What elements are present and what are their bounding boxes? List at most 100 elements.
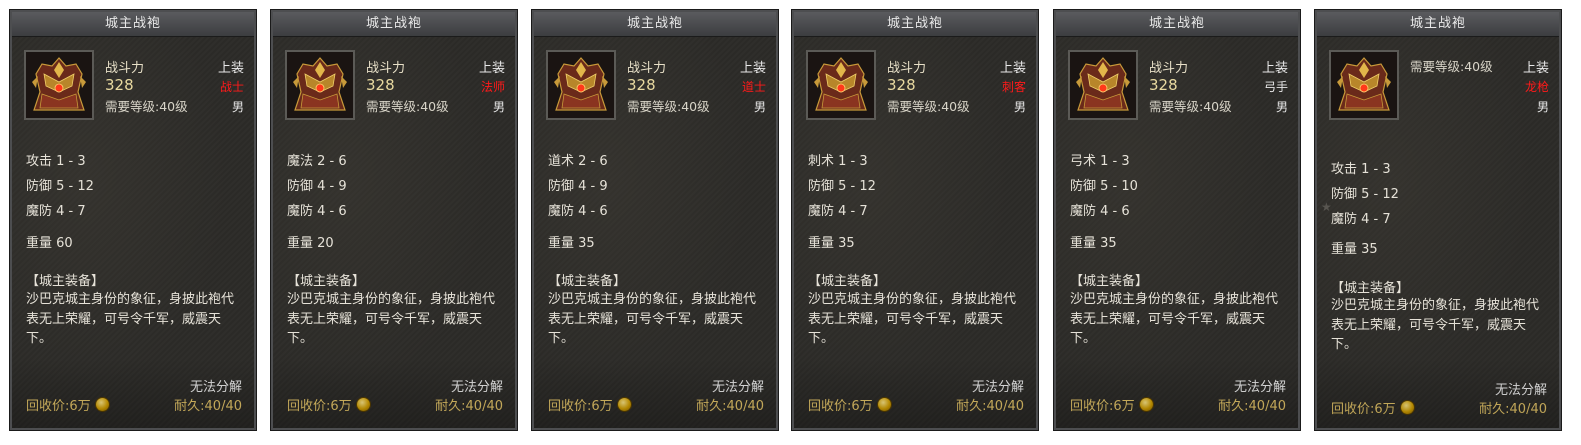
weight-stat: 重量 60 bbox=[26, 236, 73, 251]
description-title: 【城主装备】 bbox=[808, 274, 887, 289]
recycle-price-text: 回收价:6万 bbox=[548, 399, 613, 414]
description-title: 【城主装备】 bbox=[287, 274, 366, 289]
stat-line: 攻击 1 - 3 bbox=[26, 154, 86, 169]
gold-coin-icon bbox=[617, 398, 631, 411]
item-tooltip-panel: 城主战袍 战斗力 328 需要等级:40级 上装 战士男攻击 1 - 3 防御 5 - 12… bbox=[9, 9, 257, 431]
no-dismantle-label: 无法分解 bbox=[1494, 383, 1547, 398]
gender-requirement: 男 bbox=[1275, 100, 1288, 114]
item-icon-slot[interactable] bbox=[1068, 50, 1138, 120]
recycle-price: 回收价:6万 bbox=[548, 395, 631, 414]
recycle-price: 回收价:6万 bbox=[287, 395, 370, 414]
equip-slot-label: 上装 bbox=[478, 61, 505, 76]
robe-armor-icon bbox=[1070, 52, 1136, 118]
stat-line: 魔防 4 - 7 bbox=[1331, 212, 1391, 227]
class-requirement: 刺客 bbox=[1001, 80, 1026, 94]
combat-power-label: 战斗力 bbox=[887, 61, 927, 76]
recycle-price: 回收价:6万 bbox=[1070, 395, 1153, 414]
required-level: 需要等级:40级 bbox=[366, 99, 449, 114]
item-title: 城主战袍 bbox=[1317, 12, 1559, 37]
weight-stat: 重量 35 bbox=[1070, 236, 1117, 251]
equip-slot-label: 上装 bbox=[739, 61, 766, 76]
item-tooltip-panel: 城主战袍 需要等级:40级 上装 龙枪男攻击 1 - 3 防御 5 - 12 魔防 4 -… bbox=[1314, 9, 1562, 431]
no-dismantle-label: 无法分解 bbox=[450, 380, 503, 395]
item-title: 城主战袍 bbox=[534, 12, 776, 37]
combat-power-label: 战斗力 bbox=[627, 61, 667, 76]
stat-line: 防御 5 - 12 bbox=[808, 179, 876, 194]
combat-power-value: 328 bbox=[366, 76, 395, 94]
description-title: 【城主装备】 bbox=[548, 274, 627, 289]
class-requirement: 战士 bbox=[219, 80, 244, 94]
gold-coin-icon bbox=[877, 398, 891, 411]
gender-requirement: 男 bbox=[231, 100, 244, 114]
class-requirement: 法师 bbox=[480, 80, 505, 94]
combat-power-label: 战斗力 bbox=[105, 61, 145, 76]
stat-line: 魔防 4 - 7 bbox=[26, 204, 86, 219]
description-text: 沙巴克城主身份的象征，身披此袍代表无上荣耀，可号令千军，威震天下。 bbox=[548, 292, 757, 346]
required-level: 需要等级:40级 bbox=[105, 99, 188, 114]
durability-value: 耐久:40/40 bbox=[956, 399, 1024, 414]
class-requirement: 道士 bbox=[741, 80, 766, 94]
item-icon-slot[interactable] bbox=[546, 50, 616, 120]
item-tooltip-panel: 城主战袍 战斗力 328 需要等级:40级 上装 道士男道术 2 - 6 防御 4 - 9 魔… bbox=[531, 9, 779, 431]
weight-stat: 重量 35 bbox=[1331, 242, 1378, 257]
item-icon-slot[interactable] bbox=[24, 50, 94, 120]
description-text: 沙巴克城主身份的象征，身披此袍代表无上荣耀，可号令千军，威震天下。 bbox=[1331, 298, 1540, 352]
recycle-price: 回收价:6万 bbox=[808, 395, 891, 414]
item-tooltip-panel: 城主战袍战斗力 328 需要等级:40级 上装刺客男刺术 1 - 3 防御 5 - 12… bbox=[791, 9, 1039, 431]
weight-stat: 重量 35 bbox=[548, 236, 595, 251]
recycle-price: 回收价:6万 bbox=[1331, 398, 1414, 417]
durability-value: 耐久:40/40 bbox=[1218, 399, 1286, 414]
combat-power-value: 328 bbox=[1149, 76, 1178, 94]
item-icon-slot[interactable] bbox=[1329, 50, 1399, 120]
stat-line: 弓术 1 - 3 bbox=[1070, 154, 1130, 169]
item-tooltip-panel: 城主战袍战斗力 328 需要等级:40级 上装法师男魔法 2 - 6 防御 4 - 9 魔… bbox=[270, 9, 518, 431]
weight-stat: 重量 35 bbox=[808, 236, 855, 251]
durability-value: 耐久:40/40 bbox=[435, 399, 503, 414]
stat-line: 魔防 4 - 7 bbox=[808, 204, 868, 219]
item-title: 城主战袍 bbox=[794, 12, 1036, 37]
item-title: 城主战袍 bbox=[1056, 12, 1298, 37]
equip-slot-label: 上装 bbox=[1522, 61, 1549, 76]
gender-requirement: 男 bbox=[492, 100, 505, 114]
stat-line: 魔防 4 - 6 bbox=[287, 204, 347, 219]
item-icon-slot[interactable] bbox=[806, 50, 876, 120]
combat-power-label: 战斗力 bbox=[366, 61, 406, 76]
gold-coin-icon bbox=[1139, 398, 1153, 411]
stat-line: 防御 4 - 9 bbox=[287, 179, 347, 194]
recycle-price-text: 回收价:6万 bbox=[26, 399, 91, 414]
gold-coin-icon bbox=[356, 398, 370, 411]
equip-slot-label: 上装 bbox=[1261, 61, 1288, 76]
combat-power-value: 328 bbox=[627, 76, 656, 94]
description-text: 沙巴克城主身份的象征，身披此袍代表无上荣耀，可号令千军，威震天下。 bbox=[26, 292, 235, 346]
description-text: 沙巴克城主身份的象征，身披此袍代表无上荣耀，可号令千军，威震天下。 bbox=[1070, 292, 1279, 346]
robe-armor-icon bbox=[287, 52, 353, 118]
equip-slot-label: 上装 bbox=[217, 61, 244, 76]
stat-line: 魔防 4 - 6 bbox=[548, 204, 608, 219]
description-title: 【城主装备】 bbox=[1070, 274, 1149, 289]
combat-power-label: 战斗力 bbox=[1149, 61, 1189, 76]
recycle-price-text: 回收价:6万 bbox=[1331, 402, 1396, 417]
stat-line: 防御 5 - 12 bbox=[1331, 187, 1399, 202]
durability-value: 耐久:40/40 bbox=[696, 399, 764, 414]
durability-value: 耐久:40/40 bbox=[1479, 402, 1547, 417]
gender-requirement: 男 bbox=[753, 100, 766, 114]
gender-requirement: 男 bbox=[1013, 100, 1026, 114]
durability-value: 耐久:40/40 bbox=[174, 399, 242, 414]
item-title: 城主战袍 bbox=[12, 12, 254, 37]
class-requirement: 弓手 bbox=[1263, 80, 1288, 94]
recycle-price: 回收价:6万 bbox=[26, 395, 109, 414]
equip-slot-label: 上装 bbox=[999, 61, 1026, 76]
combat-power-value: 328 bbox=[887, 76, 916, 94]
required-level: 需要等级:40级 bbox=[887, 99, 970, 114]
stat-line: 防御 5 - 12 bbox=[26, 179, 94, 194]
item-icon-slot[interactable] bbox=[285, 50, 355, 120]
recycle-price-text: 回收价:6万 bbox=[808, 399, 873, 414]
no-dismantle-label: 无法分解 bbox=[1233, 380, 1286, 395]
item-title: 城主战袍 bbox=[273, 12, 515, 37]
gold-coin-icon bbox=[1400, 401, 1414, 414]
no-dismantle-label: 无法分解 bbox=[189, 380, 242, 395]
stat-line: 魔法 2 - 6 bbox=[287, 154, 347, 169]
stat-line: 刺术 1 - 3 bbox=[808, 154, 868, 169]
no-dismantle-label: 无法分解 bbox=[711, 380, 764, 395]
ghost-text: ★ bbox=[1321, 200, 1332, 214]
